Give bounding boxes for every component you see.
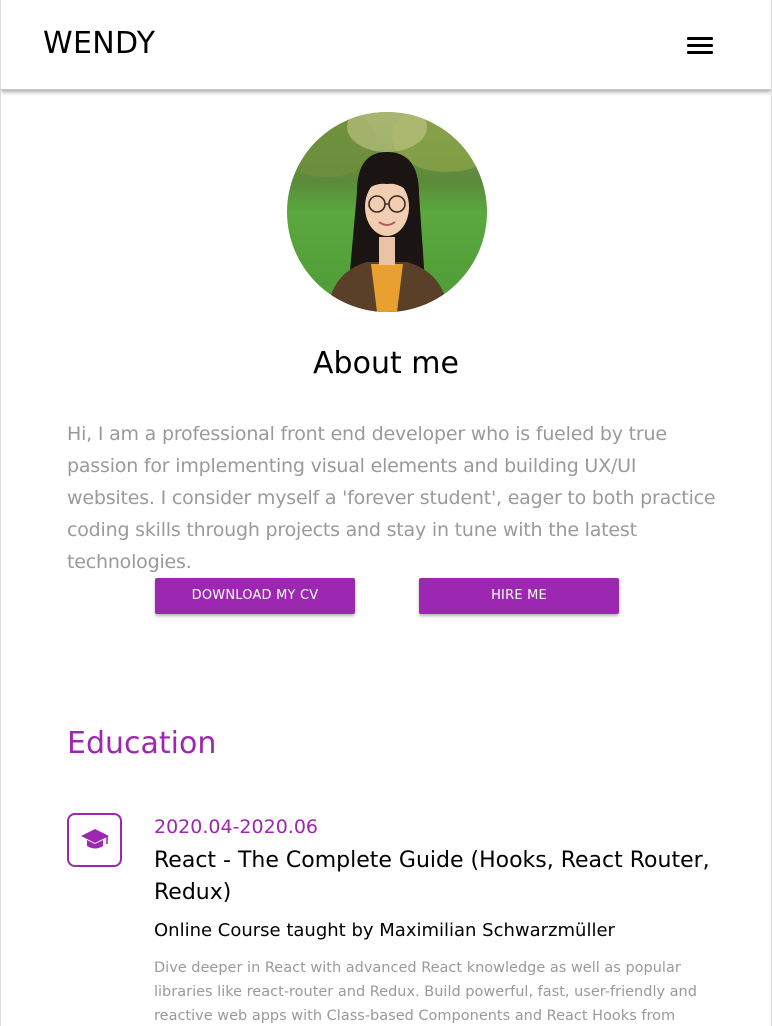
page: WENDY About me Hi, I am a professional f… bbox=[0, 0, 772, 1026]
education-date: 2020.04-2020.06 bbox=[154, 816, 318, 838]
hamburger-menu-icon[interactable] bbox=[685, 34, 719, 60]
education-description: Dive deeper in React with advanced React… bbox=[154, 960, 697, 1024]
education-school: Online Course taught by Maximilian Schwa… bbox=[154, 920, 615, 941]
education-title: Education bbox=[67, 726, 217, 761]
education-course: React - The Complete Guide (Hooks, React… bbox=[154, 848, 710, 905]
about-text: Hi, I am a professional front end develo… bbox=[67, 423, 716, 573]
about-title: About me bbox=[313, 346, 459, 381]
download-cv-button[interactable]: DOWNLOAD MY CV bbox=[155, 578, 355, 614]
navbar: WENDY bbox=[1, 0, 771, 90]
brand-logo[interactable]: WENDY bbox=[43, 26, 155, 61]
graduation-cap-icon bbox=[67, 813, 122, 867]
hire-me-button[interactable]: HIRE ME bbox=[419, 578, 619, 614]
avatar bbox=[287, 112, 487, 312]
